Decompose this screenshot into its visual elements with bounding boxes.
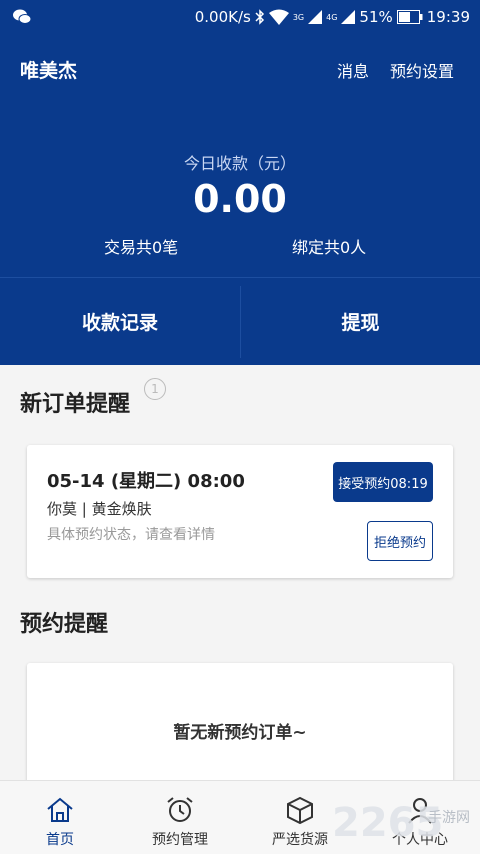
box-icon	[287, 796, 313, 825]
tab-booking-management-label: 预约管理	[152, 832, 208, 848]
battery-icon	[396, 10, 423, 24]
tab-home-label: 首页	[46, 832, 74, 848]
battery-percent: 51%	[359, 8, 393, 26]
order-service: 你莫 | 黄金焕肤	[47, 500, 152, 518]
reject-booking-button[interactable]: 拒绝预约	[367, 521, 433, 561]
tab-home[interactable]: 首页	[0, 781, 120, 854]
watermark-text: 手游网	[428, 810, 470, 826]
new-orders-count-badge: 1	[144, 378, 166, 400]
bluetooth-icon	[255, 9, 264, 25]
empty-bookings-text: 暂无新预约订单~	[173, 723, 307, 743]
today-income-amount: 0.00	[193, 177, 287, 221]
tab-booking-management[interactable]: 预约管理	[120, 781, 240, 854]
booking-reminders-card: 暂无新预约订单~	[27, 663, 453, 793]
header: 唯美杰 消息 预约设置 今日收款（元） 0.00 交易共0笔 绑定共0人 收款记…	[0, 34, 480, 365]
booking-reminders-title: 预约提醒	[20, 612, 109, 637]
clock: 19:39	[426, 8, 470, 26]
signal-4g-label: 4G	[326, 12, 338, 22]
network-speed: 0.00K/s	[194, 8, 251, 26]
wifi-icon	[268, 9, 289, 25]
bound-user-count: 绑定共0人	[292, 238, 367, 257]
watermark-number: 2265	[332, 800, 443, 844]
today-income-label: 今日收款（元）	[183, 154, 296, 173]
signal-icon	[308, 10, 323, 24]
home-icon	[47, 797, 73, 822]
order-detail-hint: 具体预约状态，请查看详情	[47, 527, 215, 543]
payment-records-button[interactable]: 收款记录	[0, 278, 240, 365]
alarm-clock-icon	[167, 797, 193, 822]
signal-3g-label: 3G	[292, 12, 305, 22]
signal-icon-2	[341, 10, 356, 24]
accept-booking-button[interactable]: 接受预约08:19	[333, 462, 433, 502]
app-title: 唯美杰	[20, 60, 78, 82]
order-card[interactable]: 05-14 (星期二) 08:00 你莫 | 黄金焕肤 具体预约状态，请查看详情…	[27, 445, 453, 578]
wechat-icon	[13, 9, 32, 24]
withdraw-button[interactable]: 提现	[241, 278, 480, 365]
messages-link[interactable]: 消息	[337, 58, 369, 82]
new-orders-title: 新订单提醒	[20, 392, 131, 417]
status-bar: 0.00K/s 3G 4G 51% 19:39	[0, 0, 480, 34]
booking-settings-link[interactable]: 预约设置	[390, 58, 454, 82]
transaction-count: 交易共0笔	[104, 238, 179, 257]
order-datetime: 05-14 (星期二) 08:00	[47, 471, 245, 492]
watermark-logo: 2265 手游网	[332, 800, 470, 844]
